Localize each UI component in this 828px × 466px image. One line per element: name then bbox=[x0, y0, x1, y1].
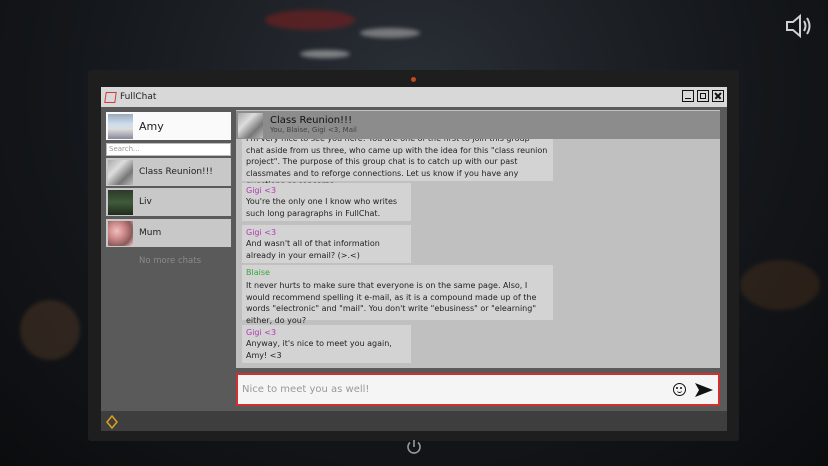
window-title: FullChat bbox=[120, 92, 157, 102]
message-bubble: Gigi <3 Anyway, it's nice to meet you ag… bbox=[242, 325, 411, 363]
emoji-icon[interactable] bbox=[673, 383, 686, 396]
search-input[interactable]: Search... bbox=[106, 143, 231, 156]
chat-avatar bbox=[108, 220, 133, 246]
message-sender: Gigi <3 bbox=[246, 328, 277, 337]
chat-header-name: Class Reunion!!! bbox=[270, 115, 353, 126]
profile-name: Amy bbox=[139, 119, 164, 133]
background-light bbox=[300, 50, 350, 58]
message-bubble: Gigi <3 And wasn't all of that informati… bbox=[242, 225, 411, 263]
message-sender: Blaise bbox=[246, 268, 270, 277]
webcam-indicator bbox=[411, 77, 416, 82]
chat-avatar bbox=[108, 189, 133, 215]
fullchat-logo-icon bbox=[104, 91, 117, 103]
no-more-chats-label: No more chats bbox=[138, 256, 201, 266]
chat-item-label: Class Reunion!!! bbox=[139, 167, 213, 177]
message-input-box[interactable]: Nice to meet you as well! bbox=[236, 373, 720, 406]
background-light bbox=[20, 300, 80, 360]
profile-avatar bbox=[108, 113, 133, 139]
chat-avatar bbox=[108, 159, 133, 185]
chat-item-liv[interactable]: Liv bbox=[106, 188, 231, 216]
chat-item-label: Mum bbox=[139, 228, 162, 238]
profile-card[interactable]: Amy bbox=[106, 112, 231, 140]
message-bubble: Blaise It never hurts to make sure that … bbox=[242, 265, 553, 325]
chat-header: Class Reunion!!! You, Blaise, Gigi <3, M… bbox=[236, 111, 720, 139]
taskbar bbox=[101, 411, 727, 431]
message-text: It never hurts to make sure that everyon… bbox=[246, 281, 537, 325]
message-text: Anyway, it's nice to meet you again, Amy… bbox=[246, 339, 392, 360]
window-titlebar: FullChat bbox=[101, 87, 727, 107]
chat-item-label: Liv bbox=[139, 197, 152, 207]
message-bubble: Gigi <3 You're the only one I know who w… bbox=[242, 183, 411, 221]
message-sender: Gigi <3 bbox=[246, 228, 277, 237]
minimize-button[interactable] bbox=[682, 90, 694, 102]
send-icon[interactable] bbox=[694, 382, 714, 398]
background-light bbox=[360, 28, 420, 38]
maximize-button[interactable] bbox=[697, 90, 709, 102]
diamond-icon[interactable] bbox=[106, 414, 118, 430]
chat-item-mum[interactable]: Mum bbox=[106, 219, 231, 247]
chat-item-class-reunion[interactable]: Class Reunion!!! bbox=[106, 158, 231, 186]
message-text: And wasn't all of that information alrea… bbox=[246, 239, 380, 260]
chat-header-avatar bbox=[238, 112, 263, 138]
message-input[interactable]: Nice to meet you as well! bbox=[242, 384, 673, 395]
chat-header-members: You, Blaise, Gigi <3, Mail bbox=[270, 126, 357, 134]
message-text: I'm very nice to see you here! You are o… bbox=[246, 134, 548, 189]
close-button[interactable] bbox=[712, 90, 724, 102]
background-light bbox=[265, 10, 355, 30]
message-sender: Gigi <3 bbox=[246, 186, 277, 195]
message-text: You're the only one I know who writes su… bbox=[246, 197, 398, 218]
speaker-icon[interactable] bbox=[784, 12, 816, 40]
power-icon[interactable] bbox=[405, 438, 423, 456]
background-light bbox=[740, 260, 820, 310]
